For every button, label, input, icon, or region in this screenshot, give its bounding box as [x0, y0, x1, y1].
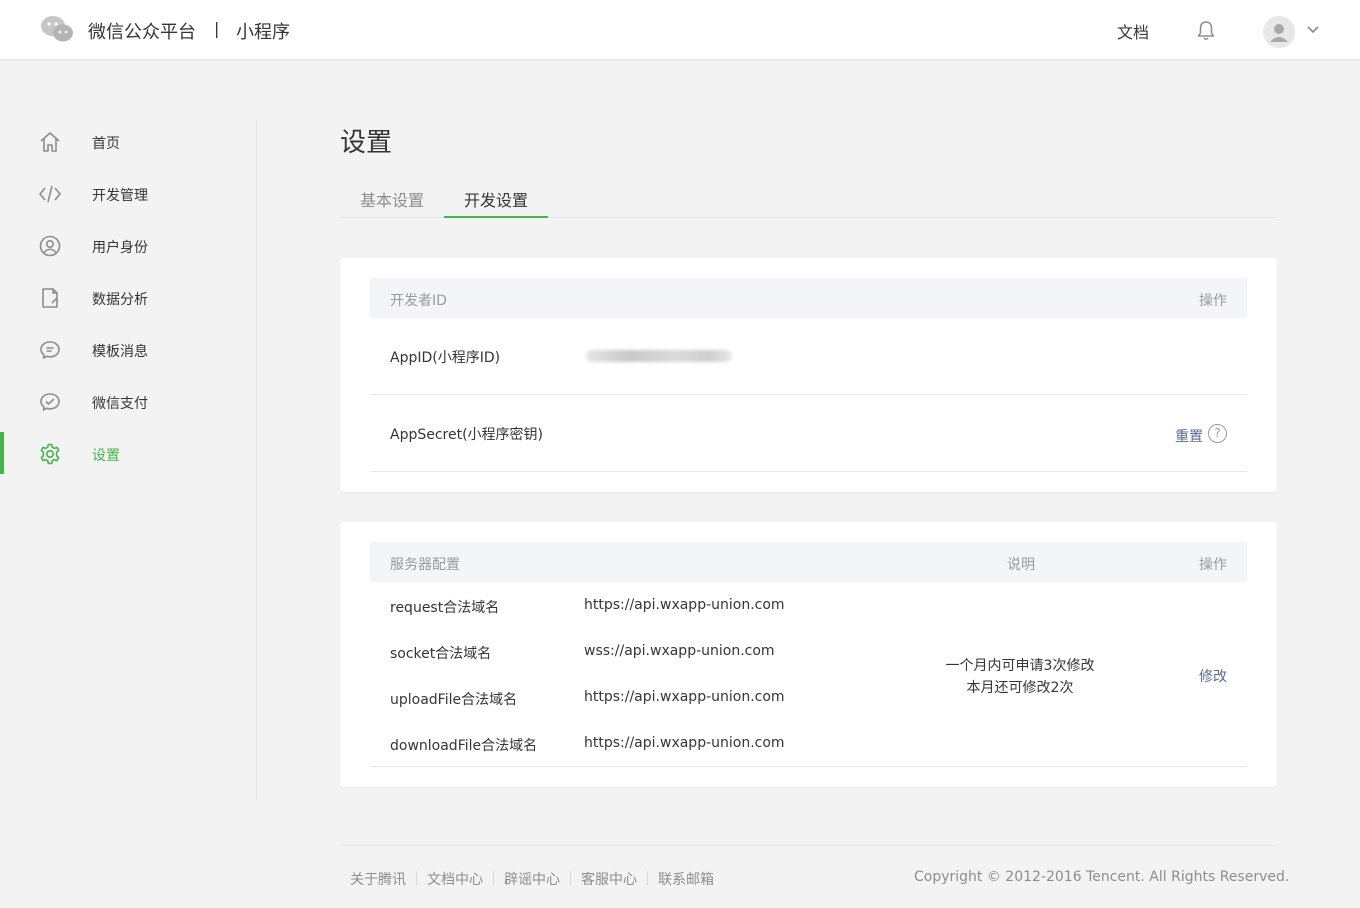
- product-name: 小程序: [236, 22, 290, 43]
- modify-remaining-note: 本月还可修改2次: [966, 680, 1074, 696]
- footer-separator: [570, 871, 571, 885]
- avatar[interactable]: [1263, 16, 1295, 48]
- user-silhouette-icon: [1270, 24, 1288, 42]
- page-title: 设置: [340, 128, 393, 158]
- sidebar-item-template-message[interactable]: 模板消息: [0, 328, 256, 372]
- sidebar-item-label: 设置: [92, 448, 120, 464]
- sidebar-item-wechat-pay[interactable]: 微信支付: [0, 380, 256, 424]
- column-header-developer-id: 开发者ID: [390, 293, 447, 309]
- footer-link-rumor[interactable]: 辟谣中心: [504, 869, 560, 889]
- user-circle-icon: [39, 235, 61, 257]
- sidebar-item-label: 首页: [92, 136, 120, 152]
- sidebar-item-label: 微信支付: [92, 396, 148, 412]
- row-divider: [370, 394, 1247, 395]
- wechat-logo-icon[interactable]: [40, 14, 74, 44]
- copyright: Copyright © 2012-2016 Tencent. All Right…: [914, 869, 1290, 885]
- domain-name-upload: uploadFile合法域名: [390, 692, 518, 708]
- bell-icon[interactable]: [1196, 20, 1216, 42]
- domain-value-request: https://api.wxapp-union.com: [584, 597, 785, 613]
- sidebar-item-label: 模板消息: [92, 344, 148, 360]
- gear-icon: [40, 443, 60, 465]
- column-header-server-config: 服务器配置: [390, 557, 460, 573]
- developer-id-table-header: 开发者ID 操作: [370, 278, 1247, 318]
- help-icon[interactable]: ?: [1208, 424, 1227, 443]
- domain-name-request: request合法域名: [390, 600, 500, 616]
- footer-link-email[interactable]: 联系邮箱: [658, 869, 714, 889]
- footer-separator: [647, 871, 648, 885]
- sidebar: 首页 开发管理 用户身份 数据分析 模板消息 微信支付 设置: [0, 120, 257, 800]
- sidebar-item-label: 数据分析: [92, 292, 148, 308]
- sidebar-item-user-identity[interactable]: 用户身份: [0, 224, 256, 268]
- sidebar-item-dev-management[interactable]: 开发管理: [0, 172, 256, 216]
- settings-tabs: 基本设置 开发设置: [340, 176, 1277, 218]
- domain-value-download: https://api.wxapp-union.com: [584, 735, 785, 751]
- server-config-table-header: 服务器配置 说明 操作: [370, 542, 1247, 582]
- appid-value-redacted: [586, 350, 732, 362]
- column-header-description: 说明: [1007, 557, 1035, 573]
- domain-value-socket: wss://api.wxapp-union.com: [584, 643, 775, 659]
- footer-divider: [340, 845, 1277, 846]
- sidebar-item-home[interactable]: 首页: [0, 120, 256, 164]
- brand-name: 微信公众平台: [88, 22, 196, 43]
- row-divider: [370, 471, 1247, 472]
- sidebar-item-settings[interactable]: 设置: [0, 432, 256, 476]
- footer-separator: [493, 871, 494, 885]
- sidebar-item-data-analysis[interactable]: 数据分析: [0, 276, 256, 320]
- column-header-action: 操作: [1199, 557, 1227, 573]
- domain-name-socket: socket合法域名: [390, 646, 492, 662]
- modify-button[interactable]: 修改: [1199, 666, 1227, 686]
- chevron-down-icon[interactable]: [1306, 24, 1320, 36]
- footer-link-about[interactable]: 关于腾讯: [350, 869, 406, 889]
- tab-basic-settings[interactable]: 基本设置: [340, 176, 444, 218]
- document-chart-icon: [42, 288, 58, 308]
- pay-icon: [40, 393, 60, 411]
- footer-link-docs[interactable]: 文档中心: [427, 869, 483, 889]
- top-bar: 微信公众平台 | 小程序 文档: [0, 0, 1360, 60]
- server-config-card: 服务器配置 说明 操作 request合法域名 https://api.wxap…: [340, 522, 1277, 787]
- domain-value-upload: https://api.wxapp-union.com: [584, 689, 785, 705]
- home-icon: [40, 132, 60, 152]
- chat-bubble-icon: [40, 341, 60, 359]
- sidebar-item-label: 用户身份: [92, 240, 148, 256]
- row-divider: [370, 766, 1247, 767]
- brand-separator: |: [214, 19, 220, 38]
- docs-link[interactable]: 文档: [1117, 19, 1149, 43]
- domain-name-download: downloadFile合法域名: [390, 738, 538, 754]
- modify-limit-note: 一个月内可申请3次修改: [945, 658, 1095, 674]
- footer-link-support[interactable]: 客服中心: [581, 869, 637, 889]
- appsecret-label: AppSecret(小程序密钥): [390, 427, 544, 443]
- code-icon: [38, 185, 62, 203]
- sidebar-item-label: 开发管理: [92, 188, 148, 204]
- tab-dev-settings[interactable]: 开发设置: [444, 176, 548, 218]
- reset-button[interactable]: 重置: [1175, 426, 1203, 446]
- appid-label: AppID(小程序ID): [390, 350, 501, 366]
- column-header-action: 操作: [1199, 293, 1227, 309]
- footer-separator: [416, 871, 417, 885]
- developer-id-card: 开发者ID 操作 AppID(小程序ID) AppSecret(小程序密钥) 重…: [340, 258, 1277, 492]
